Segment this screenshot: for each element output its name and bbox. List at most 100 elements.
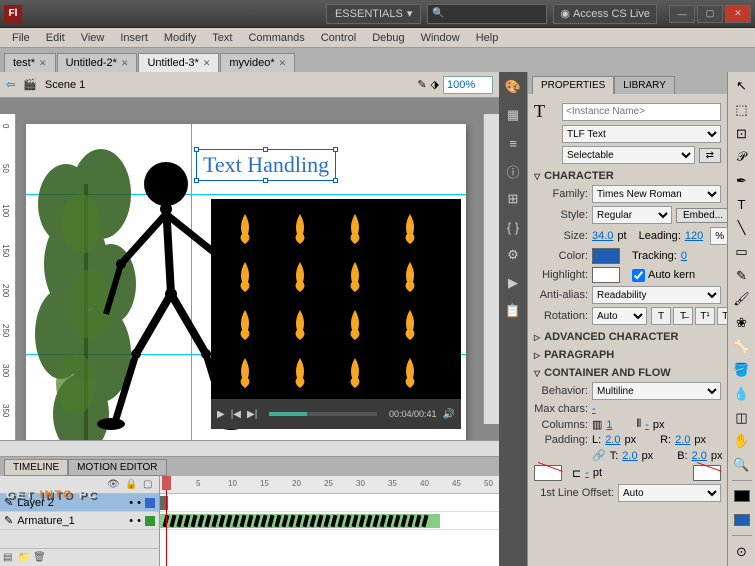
- menu-commands[interactable]: Commands: [240, 30, 312, 46]
- rectangle-tool[interactable]: ▭: [731, 242, 753, 263]
- embed-button[interactable]: Embed...: [676, 208, 727, 223]
- stroke-color[interactable]: [731, 486, 753, 507]
- info-panel-icon[interactable]: ⓘ: [504, 162, 522, 180]
- doc-tab[interactable]: Untitled-2*✕: [57, 53, 138, 72]
- playhead[interactable]: [166, 476, 167, 566]
- doc-tab[interactable]: myvideo*✕: [220, 53, 295, 72]
- section-character[interactable]: ▽CHARACTER: [534, 170, 721, 182]
- padding-top-input[interactable]: 2.0: [622, 450, 637, 462]
- menu-window[interactable]: Window: [413, 30, 468, 46]
- lasso-tool[interactable]: 𝒫: [731, 147, 753, 168]
- resize-handle[interactable]: [263, 178, 268, 183]
- tab-library[interactable]: LIBRARY: [614, 76, 675, 94]
- deco-tool[interactable]: ❀: [731, 313, 753, 334]
- eraser-tool[interactable]: ◫: [731, 407, 753, 428]
- workspace-selector[interactable]: ESSENTIALS ▾: [326, 4, 421, 24]
- stage[interactable]: Text Handling ▶ |◀ ▶: [26, 124, 466, 440]
- visibility-icon[interactable]: 👁: [107, 479, 119, 490]
- tab-timeline[interactable]: TIMELINE: [4, 459, 68, 476]
- max-chars-input[interactable]: -: [592, 403, 596, 415]
- menu-text[interactable]: Text: [204, 30, 240, 46]
- symbol-icon[interactable]: ⬗: [431, 78, 439, 91]
- indent-input[interactable]: -: [585, 467, 589, 479]
- scrollbar-vertical[interactable]: [483, 114, 499, 424]
- underline-button[interactable]: T: [651, 307, 671, 325]
- padding-right-input[interactable]: 2.0: [675, 434, 690, 446]
- eyedropper-tool[interactable]: 💧: [731, 384, 753, 405]
- snap-tool[interactable]: ⊙: [731, 541, 753, 562]
- fill-swatch[interactable]: [534, 465, 562, 481]
- brush-tool[interactable]: 🖌: [731, 289, 753, 310]
- menu-debug[interactable]: Debug: [364, 30, 412, 46]
- mute-button[interactable]: 🔊: [443, 409, 455, 420]
- menu-view[interactable]: View: [73, 30, 113, 46]
- doc-tab[interactable]: test*✕: [4, 53, 56, 72]
- selection-tool[interactable]: ↖: [731, 76, 753, 97]
- minimize-button[interactable]: —: [669, 5, 695, 23]
- link-icon[interactable]: 🔗: [592, 449, 606, 462]
- font-family-select[interactable]: Times New Roman: [592, 185, 721, 203]
- line-tool[interactable]: ╲: [731, 218, 753, 239]
- text-color-swatch[interactable]: [592, 248, 620, 264]
- first-line-offset-select[interactable]: Auto: [618, 484, 721, 502]
- columns-input[interactable]: 1: [606, 419, 612, 431]
- timeline-layer[interactable]: ✎Armature_1••: [0, 512, 159, 530]
- timeline-layer[interactable]: ✎Layer 2••: [0, 494, 159, 512]
- bone-tool[interactable]: 🦴: [731, 336, 753, 357]
- pencil-tool[interactable]: ✎: [731, 265, 753, 286]
- fill-color[interactable]: [731, 510, 753, 531]
- resize-handle[interactable]: [194, 178, 199, 183]
- menu-control[interactable]: Control: [313, 30, 364, 46]
- font-style-select[interactable]: Regular: [592, 206, 672, 224]
- close-button[interactable]: ✕: [725, 5, 751, 23]
- transform-panel-icon[interactable]: ⊞: [504, 190, 522, 208]
- timeline-track[interactable]: [160, 494, 499, 512]
- section-container[interactable]: ▽CONTAINER AND FLOW: [534, 367, 721, 379]
- tab-close-icon[interactable]: ✕: [39, 58, 47, 69]
- lock-icon[interactable]: 🔒: [125, 479, 137, 490]
- antialias-select[interactable]: Readability: [592, 286, 721, 304]
- video-scrubber[interactable]: [269, 412, 377, 416]
- text-engine-select[interactable]: TLF Text: [562, 125, 721, 143]
- stroke-swatch[interactable]: [693, 465, 721, 481]
- tab-close-icon[interactable]: ✕: [279, 58, 287, 69]
- padding-bottom-input[interactable]: 2.0: [692, 450, 707, 462]
- tab-properties[interactable]: PROPERTIES: [532, 76, 614, 94]
- subscript-button[interactable]: T₁: [717, 307, 727, 325]
- pen-tool[interactable]: ✒: [731, 171, 753, 192]
- maximize-button[interactable]: ▢: [697, 5, 723, 23]
- edit-scene-icon[interactable]: ✎: [417, 78, 426, 91]
- rotation-select[interactable]: Auto: [592, 307, 647, 325]
- highlight-color-swatch[interactable]: [592, 267, 620, 283]
- search-input[interactable]: 🔍: [427, 4, 547, 24]
- text-tool[interactable]: T: [731, 194, 753, 215]
- prev-button[interactable]: |◀: [231, 409, 241, 420]
- behavior-select[interactable]: Multiline: [592, 382, 721, 400]
- tab-motion-editor[interactable]: MOTION EDITOR: [68, 459, 166, 476]
- menu-modify[interactable]: Modify: [156, 30, 204, 46]
- resize-handle[interactable]: [333, 147, 338, 152]
- timeline-frames[interactable]: 151015202530354045505560: [160, 476, 499, 566]
- doc-tab[interactable]: Untitled-3*✕: [138, 53, 219, 72]
- hand-tool[interactable]: ✋: [731, 431, 753, 452]
- cs-live-button[interactable]: ◉Access CS Live: [553, 4, 657, 24]
- subselection-tool[interactable]: ⬚: [731, 100, 753, 121]
- resize-handle[interactable]: [263, 147, 268, 152]
- resize-handle[interactable]: [333, 178, 338, 183]
- menu-help[interactable]: Help: [468, 30, 507, 46]
- color-panel-icon[interactable]: 🎨: [504, 78, 522, 96]
- section-paragraph[interactable]: ▷PARAGRAPH: [534, 349, 721, 361]
- menu-edit[interactable]: Edit: [38, 30, 73, 46]
- play-button[interactable]: ▶: [217, 409, 225, 420]
- align-panel-icon[interactable]: ≡: [504, 134, 522, 152]
- new-layer-icon[interactable]: ▤: [3, 552, 15, 563]
- selectable-select[interactable]: Selectable: [562, 146, 695, 164]
- text-object[interactable]: Text Handling: [196, 149, 336, 181]
- padding-left-input[interactable]: 2.0: [605, 434, 620, 446]
- menu-file[interactable]: File: [4, 30, 38, 46]
- superscript-button[interactable]: T¹: [695, 307, 715, 325]
- auto-kern-checkbox[interactable]: Auto kern: [632, 269, 695, 282]
- leading-input[interactable]: 120: [685, 230, 703, 242]
- next-button[interactable]: ▶|: [247, 409, 257, 420]
- scrollbar-horizontal[interactable]: [0, 440, 499, 456]
